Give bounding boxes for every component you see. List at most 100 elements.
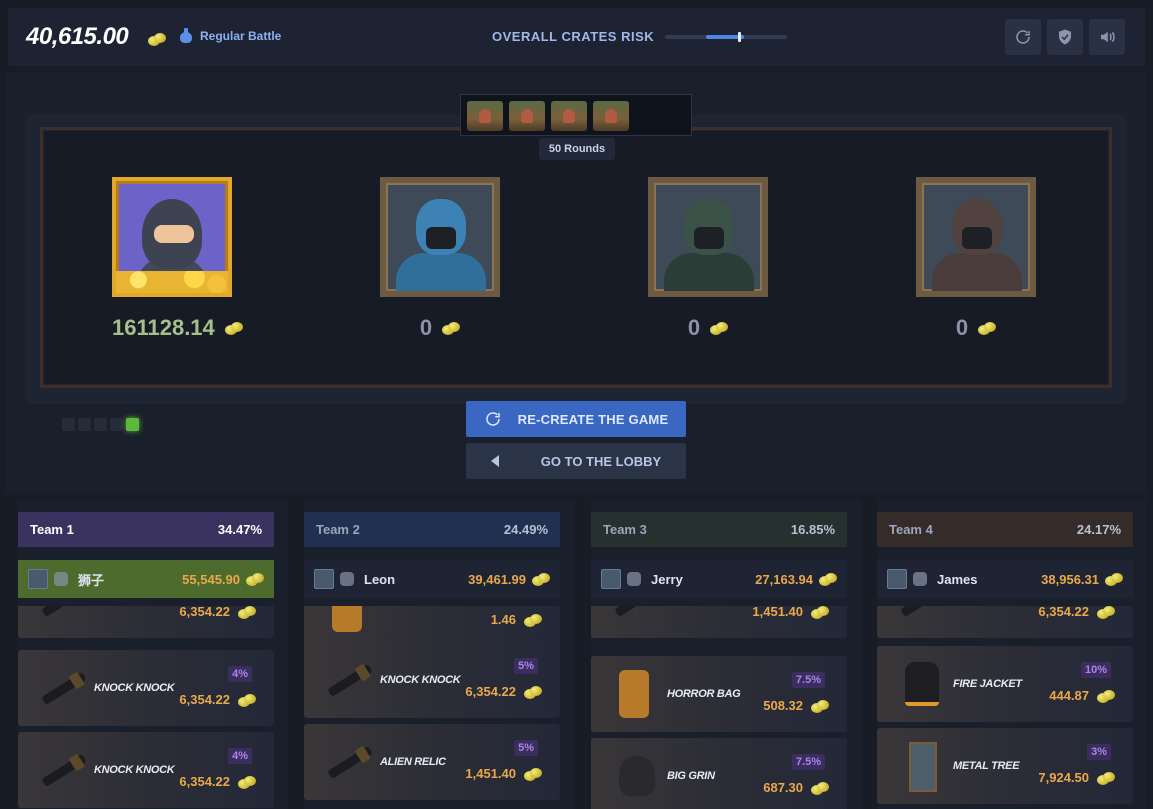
coin-icon <box>238 606 256 619</box>
team-player-row[interactable]: 狮子 55,545.90 <box>18 560 274 598</box>
chevron-left-icon <box>490 455 499 467</box>
item-name: BIG GRIN <box>667 770 715 782</box>
player-total: 38,956.31 <box>1041 571 1099 587</box>
teams-section: Team 134.47%狮子55,545.90KNOCK KNOCK6,354.… <box>0 500 1153 809</box>
item-card[interactable]: KNOCK KNOCK 6,354.22 4% <box>18 732 274 808</box>
go-to-lobby-button[interactable]: GO TO THE LOBBY <box>466 443 686 479</box>
team-percent: 34.47% <box>217 522 262 537</box>
item-chance-badge: 5% <box>514 740 538 756</box>
coin-icon <box>524 768 542 781</box>
coin-icon <box>224 321 244 335</box>
gun-image <box>900 606 946 618</box>
team-column-3: Team 3 16.85% Jerry 27,163.94 ALIEN RELIC1,4… <box>591 500 861 809</box>
player-name: 狮子 <box>78 572 105 588</box>
balance-amount: 40,615.00 <box>26 23 129 50</box>
item-name: KNOCK KNOCK <box>380 674 461 686</box>
avatar <box>380 177 500 297</box>
bot-icon <box>913 572 927 586</box>
coin-icon <box>238 694 256 707</box>
gun-image <box>614 606 660 618</box>
sound-button[interactable] <box>1089 19 1125 55</box>
item-list: KNOCK KNOCK6,354.22 KNOCK KNOCK6,354.224%… <box>18 606 274 809</box>
player-slot-1: 161128.14 <box>112 177 244 341</box>
coin-icon <box>1105 572 1123 586</box>
item-card[interactable]: KNOCK KNOCK 6,354.22 5% <box>304 642 560 718</box>
team-name: Team 2 <box>316 522 360 537</box>
item-chance-badge: 4% <box>228 748 252 764</box>
crate-strip <box>460 94 692 136</box>
battle-mode: Regular Battle <box>180 28 281 43</box>
item-price: 6,354.22 <box>465 684 516 699</box>
player-slot-3: 0 <box>648 177 768 341</box>
item-card[interactable]: ALIEN RELIC1,451.405% <box>591 606 847 638</box>
item-price: 6,354.22 <box>179 606 230 619</box>
shield-icon <box>1059 29 1071 45</box>
crate-icon <box>551 101 587 131</box>
refresh-icon <box>485 412 500 426</box>
risk-slider-knob[interactable] <box>738 32 741 42</box>
coin-icon <box>524 614 542 627</box>
item-chance-badge: 3% <box>1087 744 1111 760</box>
item-price: 1,451.40 <box>752 606 803 619</box>
player-total: 27,163.94 <box>755 571 813 587</box>
bot-icon <box>627 572 641 586</box>
crate-icon <box>509 101 545 131</box>
team-header: Team 1 34.47% <box>18 512 274 547</box>
risk-slider[interactable] <box>665 32 787 42</box>
battle-mode-label: Regular Battle <box>200 28 282 43</box>
player-total: 39,461.99 <box>468 571 526 587</box>
coin-icon <box>1097 690 1115 703</box>
item-card[interactable]: 6,354.22 <box>877 606 1133 638</box>
item-price: 1,451.40 <box>465 766 516 781</box>
avatar <box>601 569 621 589</box>
item-price: 687.30 <box>763 780 803 795</box>
item-card[interactable]: KNOCK KNOCK6,354.22 <box>18 606 274 638</box>
item-card[interactable]: BIG GRIN 687.30 7.5% <box>591 738 847 809</box>
team-name: Team 1 <box>30 522 74 537</box>
team-column-4: Team 4 24.17% James 38,956.31 6,354.22 FIRE J… <box>877 500 1147 809</box>
coin-icon <box>978 321 997 335</box>
item-card[interactable]: HORROR BAG 508.32 7.5% <box>591 656 847 732</box>
item-price: 6,354.22 <box>179 692 230 707</box>
item-card[interactable]: KNOCK KNOCK 6,354.22 4% <box>18 650 274 726</box>
item-image <box>895 606 947 624</box>
player-total: 55,545.90 <box>182 571 240 587</box>
tree-image <box>909 742 937 792</box>
player-name: James <box>937 571 978 587</box>
team-header: Team 3 16.85% <box>591 512 847 547</box>
item-image <box>322 656 374 704</box>
team-player-row[interactable]: Leon 39,461.99 <box>304 560 560 598</box>
player-slot-4: 0 <box>916 177 1036 341</box>
gun-image <box>327 663 373 698</box>
item-image <box>609 752 661 800</box>
item-list: ALIEN RELIC1,451.405% HORROR BAG 508.32 7.5… <box>591 606 847 809</box>
battle-arena: 50 Rounds 161128.14 0 0 0 RE-CREATE THE … <box>6 72 1147 494</box>
avatar <box>314 569 334 589</box>
item-card[interactable]: 1.46 <box>304 606 560 646</box>
team-player-row[interactable]: James 38,956.31 <box>877 560 1133 598</box>
item-card[interactable]: METAL TREE 7,924.50 3% <box>877 728 1133 804</box>
team-player-row[interactable]: Jerry 27,163.94 <box>591 560 847 598</box>
item-card[interactable]: FIRE JACKET 444.87 10% <box>877 646 1133 722</box>
item-card[interactable]: ALIEN RELIC 1,451.40 5% <box>304 724 560 800</box>
item-chance-badge: 10% <box>1080 662 1111 678</box>
item-name: ALIEN RELIC <box>380 756 446 768</box>
fairness-button[interactable] <box>1047 19 1083 55</box>
player-slot-2: 0 <box>380 177 500 341</box>
bag-image <box>332 606 362 632</box>
recreate-game-button[interactable]: RE-CREATE THE GAME <box>466 401 686 437</box>
gun-image <box>327 745 373 780</box>
item-image <box>36 664 88 712</box>
crate-icon <box>593 101 629 131</box>
item-image <box>322 738 374 786</box>
gun-image <box>41 606 87 618</box>
item-image <box>609 606 661 624</box>
team-percent: 24.49% <box>503 522 548 537</box>
refresh-button[interactable] <box>1005 19 1041 55</box>
bag-image <box>619 670 649 718</box>
mask-image <box>619 756 655 796</box>
player-score: 0 <box>916 315 1036 341</box>
coin-icon <box>811 606 829 619</box>
item-image <box>36 606 88 624</box>
coin-icon <box>811 700 829 713</box>
